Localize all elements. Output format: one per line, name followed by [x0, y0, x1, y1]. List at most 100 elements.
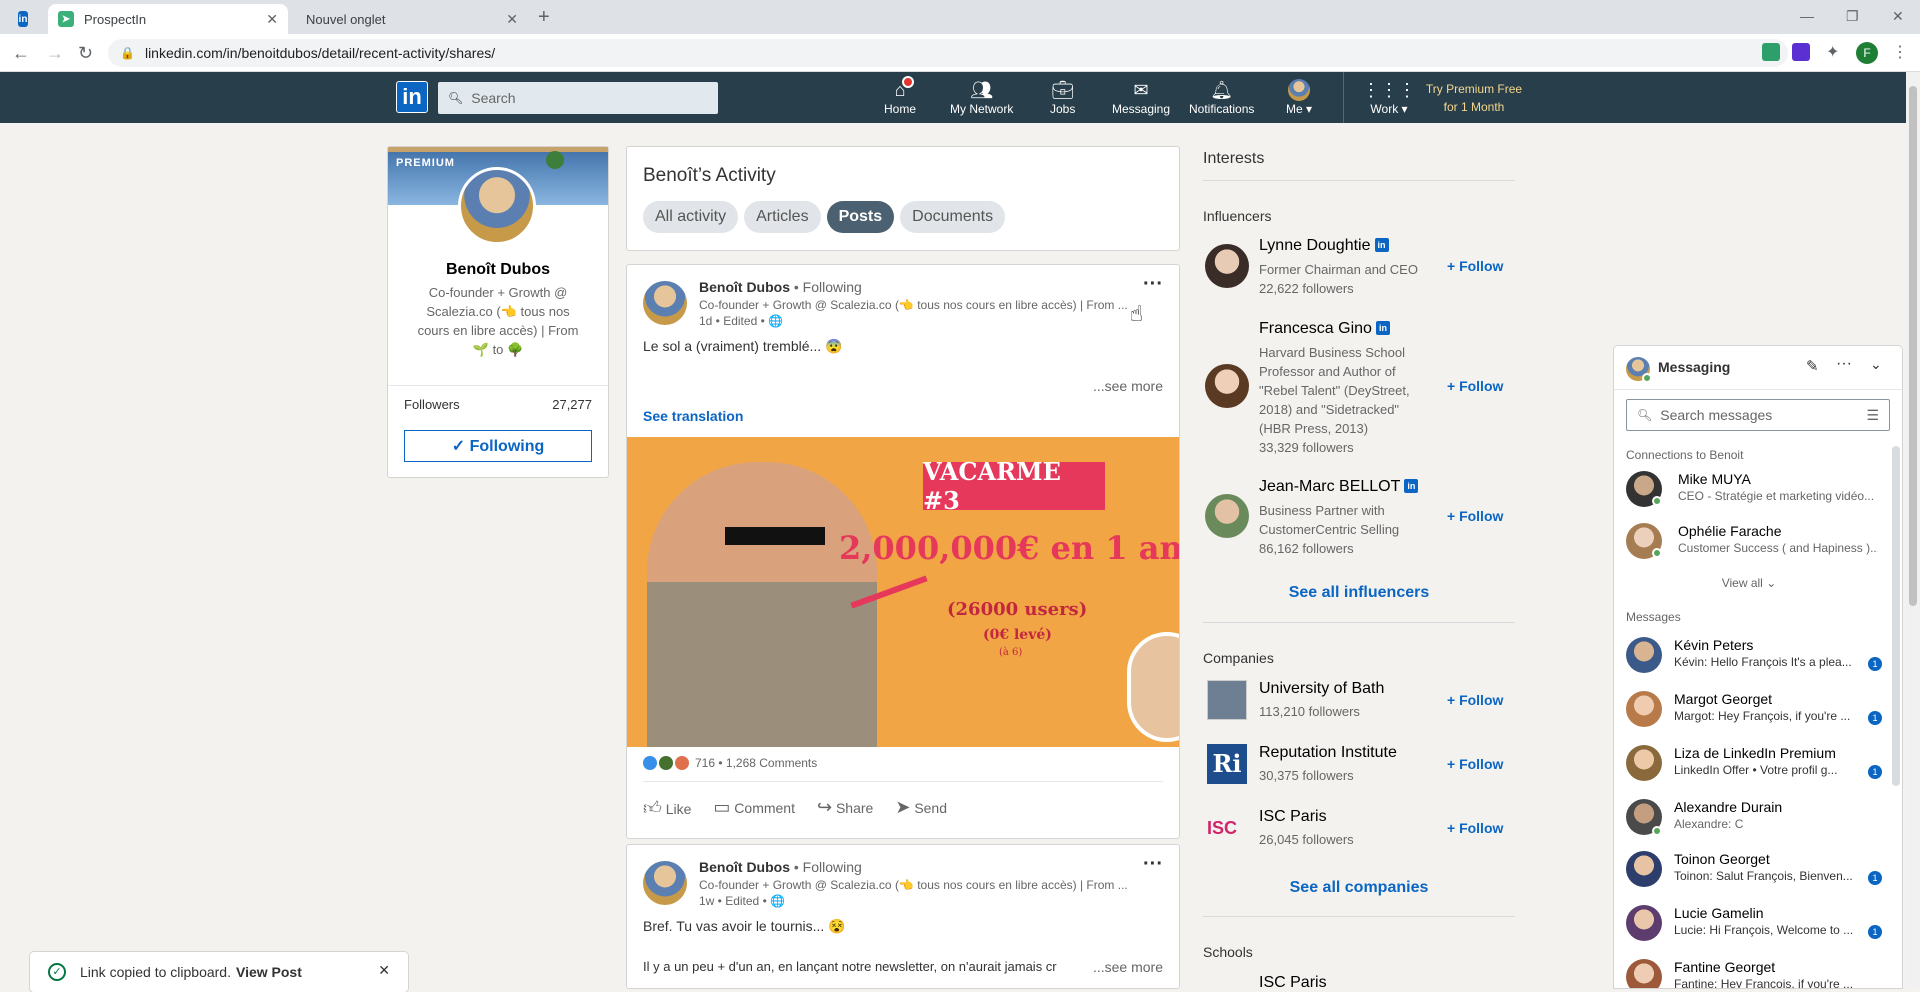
influencer-name[interactable]: Francesca Gino in — [1259, 320, 1390, 338]
caret-down-icon: ▾ — [1306, 102, 1313, 116]
follow-button[interactable]: + Follow — [1447, 692, 1503, 708]
influencer-avatar[interactable] — [1205, 494, 1249, 538]
nav-home[interactable]: ⌂ Home — [884, 76, 917, 116]
extension-icon[interactable] — [1792, 43, 1810, 61]
close-icon[interactable]: ✕ — [378, 962, 390, 979]
tab-posts[interactable]: Posts — [826, 201, 895, 233]
scrollbar[interactable] — [1892, 446, 1900, 786]
see-more-link[interactable]: ...see more — [1093, 378, 1163, 394]
linkedin-logo-icon[interactable]: in — [396, 81, 428, 113]
chevron-down-icon[interactable]: ⌄ — [1870, 356, 1882, 373]
send-button[interactable]: ➤ Send — [895, 797, 947, 819]
reload-icon[interactable]: ↻ — [78, 43, 93, 64]
company-logo[interactable]: ISC — [1207, 808, 1247, 848]
close-window-icon[interactable]: ✕ — [1892, 8, 1904, 25]
connection-row[interactable]: Ophélie Farache Customer Success ( and H… — [1614, 516, 1900, 570]
nav-messaging[interactable]: ✉︎ Messaging — [1112, 78, 1170, 116]
follow-button[interactable]: + Follow — [1447, 508, 1503, 524]
schools-title: Schools — [1203, 944, 1253, 960]
see-translation-link[interactable]: See translation — [643, 408, 743, 424]
nav-label: Home — [884, 102, 917, 116]
influencer-name[interactable]: Lynne Doughtie in — [1259, 237, 1389, 255]
like-button[interactable]: 👍︎ Like — [643, 797, 691, 819]
post-image[interactable]: VACARME #3 2,000,000€ en 1 an (26000 use… — [627, 437, 1179, 747]
company-followers: 30,375 followers — [1259, 768, 1354, 783]
filter-icon[interactable]: ☰ — [1866, 407, 1879, 424]
forward-icon[interactable]: → — [46, 43, 64, 64]
company-logo[interactable]: Ri — [1207, 744, 1247, 784]
view-post-link[interactable]: View Post — [236, 964, 302, 980]
profile-avatar-icon[interactable]: F — [1856, 42, 1878, 64]
follow-button[interactable]: + Follow — [1447, 258, 1503, 274]
comment-button[interactable]: ▭ Comment — [713, 797, 795, 819]
profile-photo[interactable] — [458, 167, 536, 245]
nav-me[interactable]: Me ▾ — [1286, 78, 1312, 116]
post-author-avatar[interactable] — [643, 281, 687, 325]
nav-work[interactable]: ⋮⋮⋮ Work ▾ — [1362, 78, 1416, 116]
scrollbar-thumb[interactable] — [1909, 86, 1917, 606]
see-all-companies-link[interactable]: See all companies — [1203, 879, 1515, 897]
influencer-avatar[interactable] — [1205, 364, 1249, 408]
company-name[interactable]: Reputation Institute — [1259, 744, 1397, 762]
company-name[interactable]: ISC Paris — [1259, 808, 1327, 826]
pinned-tab-linkedin[interactable]: in — [8, 4, 48, 34]
more-icon[interactable]: ··· — [1836, 355, 1852, 373]
close-tab-icon[interactable]: ✕ — [266, 11, 278, 28]
company-name[interactable]: University of Bath — [1259, 680, 1384, 698]
prospectin-extension-icon[interactable] — [1762, 43, 1780, 61]
nav-jobs[interactable]: 💼︎ Jobs — [1050, 78, 1075, 116]
connection-row[interactable]: Mike MUYA CEO - Stratégie et marketing v… — [1614, 464, 1900, 518]
reactions-bar[interactable]: 716 • 1,268 Comments — [643, 756, 817, 770]
company-logo[interactable] — [1207, 680, 1247, 720]
post-author-name[interactable]: Benoît Dubos — [699, 859, 790, 875]
follow-button[interactable]: + Follow — [1447, 756, 1503, 772]
message-row[interactable]: Liza de LinkedIn Premium LinkedIn Offer … — [1614, 738, 1900, 792]
compose-icon[interactable]: ✎ — [1806, 357, 1819, 375]
search-input[interactable]: 🔍︎ Search — [438, 82, 718, 114]
back-icon[interactable]: ← — [12, 43, 30, 64]
message-row[interactable]: Kévin Peters Kévin: Hello François It's … — [1614, 630, 1900, 684]
following-button[interactable]: ✓ Following — [404, 430, 592, 462]
page-scrollbar[interactable] — [1906, 72, 1920, 988]
post-author-name[interactable]: Benoît Dubos — [699, 279, 790, 295]
tab-all-activity[interactable]: All activity — [643, 201, 739, 233]
extensions-puzzle-icon[interactable]: ✦ — [1826, 42, 1839, 62]
influencer-name[interactable]: Jean-Marc BELLOT in — [1259, 478, 1419, 496]
activity-tabs: All activity Articles Posts Documents — [643, 201, 1011, 233]
follow-button[interactable]: + Follow — [1447, 378, 1503, 394]
post-more-icon[interactable]: ··· — [1143, 273, 1163, 296]
school-name[interactable]: ISC Paris — [1259, 974, 1327, 992]
messaging-header[interactable]: Messaging ✎ ··· ⌄ — [1614, 346, 1902, 390]
tab-prospectin[interactable]: ➤ ProspectIn ✕ — [48, 4, 288, 34]
share-button[interactable]: ↪ Share — [817, 797, 873, 819]
see-more-link[interactable]: ...see more — [1088, 959, 1163, 975]
chrome-menu-icon[interactable]: ⋮ — [1892, 42, 1908, 62]
nav-notifications[interactable]: 🔔︎ Notifications — [1189, 78, 1254, 116]
follow-button[interactable]: + Follow — [1447, 820, 1503, 836]
linkedin-header: in 🔍︎ Search ⌂ Home 👥︎ My Network 💼︎ Job… — [0, 72, 1920, 123]
tab-documents[interactable]: Documents — [900, 201, 1006, 233]
influencer-avatar[interactable] — [1205, 244, 1249, 288]
view-all-link[interactable]: View all ⌄ — [1614, 576, 1884, 590]
url-field[interactable]: 🔒 linkedin.com/in/benoitdubos/detail/rec… — [108, 39, 1788, 67]
desc-line: 33,329 followers — [1259, 440, 1354, 455]
minimize-icon[interactable]: — — [1800, 8, 1814, 24]
nav-my-network[interactable]: 👥︎ My Network — [950, 78, 1013, 116]
new-tab-icon[interactable]: + — [538, 6, 550, 29]
message-row[interactable]: Margot Georget Margot: Hey François, if … — [1614, 684, 1900, 738]
try-premium-link[interactable]: Try Premium Free for 1 Month — [1418, 80, 1530, 116]
tab-new[interactable]: Nouvel onglet ✕ — [288, 4, 528, 34]
profile-name[interactable]: Benoît Dubos — [388, 261, 608, 279]
maximize-icon[interactable]: ❐ — [1846, 8, 1859, 25]
see-all-influencers-link[interactable]: See all influencers — [1203, 584, 1515, 602]
post-more-icon[interactable]: ··· — [1143, 853, 1163, 876]
comment-icon: ▭ — [713, 797, 731, 817]
post-author-avatar[interactable] — [643, 861, 687, 905]
close-tab-icon[interactable]: ✕ — [506, 11, 518, 28]
message-row[interactable]: Lucie Gamelin Lucie: Hi François, Welcom… — [1614, 898, 1900, 952]
search-messages-input[interactable]: 🔍︎ Search messages ☰ — [1626, 399, 1890, 431]
message-row[interactable]: Fantine Georget Fantine: Hey François, i… — [1614, 952, 1900, 988]
message-row[interactable]: Alexandre Durain Alexandre: C — [1614, 792, 1900, 846]
tab-articles[interactable]: Articles — [744, 201, 821, 233]
message-row[interactable]: Toinon Georget Toinon: Salut François, B… — [1614, 844, 1900, 898]
